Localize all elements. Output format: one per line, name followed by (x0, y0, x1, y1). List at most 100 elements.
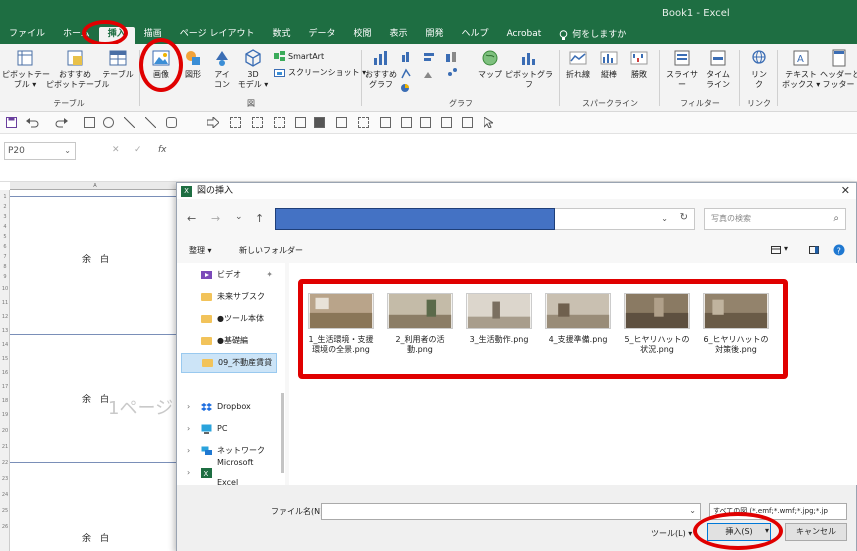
select-pointer-icon[interactable] (484, 117, 493, 128)
chevron-down-icon[interactable]: ⌄ (661, 214, 668, 223)
chart-type-grid-icon[interactable] (400, 50, 470, 92)
sparkline-winloss-button[interactable]: 勝敗 (624, 48, 654, 80)
margin-cell-text[interactable]: 余 白 (82, 531, 109, 544)
shape-tool-icon[interactable] (274, 117, 285, 128)
recommended-pivot-button[interactable]: おすすめ ピボットテーブル (46, 48, 110, 90)
view-mode-icon[interactable] (771, 246, 781, 254)
table-button[interactable]: テーブル (102, 48, 134, 80)
slicer-button[interactable]: スライサー (664, 48, 700, 90)
nav-item-label: ●基礎編 (217, 336, 248, 345)
name-box[interactable]: P20 ⌄ (4, 142, 76, 160)
header-footer-button[interactable]: ヘッダーと フッター (820, 48, 857, 90)
cancel-button[interactable]: キャンセル (785, 523, 847, 541)
redo-icon[interactable] (54, 117, 68, 128)
rounded-rect-icon[interactable] (166, 117, 177, 128)
tools-menu[interactable]: ツール(L) ▾ (651, 528, 692, 539)
nav-item-excel[interactable]: › X Microsoft Excel (181, 458, 277, 487)
tab-formulas[interactable]: 数式 (263, 27, 299, 44)
organize-button[interactable]: 整理 ▾ (189, 245, 212, 256)
forward-arrow-icon[interactable]: → (211, 212, 220, 225)
nav-item-folder[interactable]: 未来サブスク (181, 287, 277, 307)
tab-data[interactable]: データ (299, 27, 344, 44)
nav-item-folder[interactable]: ●基礎編 (181, 331, 277, 351)
shape-tool-icon[interactable] (441, 117, 452, 128)
close-icon[interactable]: ✕ (841, 183, 850, 199)
pivot-table-button[interactable]: ピボットテー ブル ▾ (2, 48, 50, 90)
save-icon[interactable] (6, 117, 17, 128)
sparkline-line-button[interactable]: 折れ線 (562, 48, 594, 80)
nav-scrollbar[interactable] (281, 393, 284, 473)
chevron-down-icon[interactable]: ▾ (784, 244, 788, 253)
map-button[interactable]: マップ (476, 48, 504, 80)
drawing-toolbar (0, 112, 857, 134)
chevron-right-icon[interactable]: › (187, 463, 190, 483)
new-folder-button[interactable]: 新しいフォルダー (239, 245, 303, 256)
shape-tool-icon[interactable] (380, 117, 391, 128)
smartart-button[interactable]: SmartArt (274, 51, 324, 61)
shape-tool-icon[interactable] (295, 117, 306, 128)
camera-icon[interactable] (314, 117, 325, 128)
chevron-right-icon[interactable]: › (187, 419, 190, 439)
nav-item-pc[interactable]: › PC (181, 419, 277, 439)
screenshot-button[interactable]: スクリーンショット ▾ (274, 67, 366, 78)
nav-item-folder-selected[interactable]: 09_不動産賃貸 (181, 353, 277, 373)
rectangle-shape-icon[interactable] (84, 117, 95, 128)
table-icon (109, 50, 127, 66)
line-shape-icon[interactable] (124, 117, 135, 128)
icons-button[interactable]: アイ コン (208, 48, 236, 90)
tab-help[interactable]: ヘルプ (453, 27, 498, 44)
sparkline-column-button[interactable]: 縦棒 (594, 48, 624, 80)
back-arrow-icon[interactable]: ← (187, 212, 196, 225)
refresh-icon[interactable]: ↻ (680, 212, 688, 223)
link-button[interactable]: リン ク (744, 48, 774, 90)
pivot-chart-button[interactable]: ピボットグラフ (504, 48, 554, 90)
arrow-line-icon[interactable] (145, 117, 156, 128)
preview-pane-icon[interactable] (809, 246, 819, 254)
nav-item-dropbox[interactable]: › Dropbox (181, 397, 277, 417)
address-bar[interactable]: ⌄ ↻ (555, 208, 695, 230)
tab-review[interactable]: 校閲 (345, 27, 381, 44)
shape-tool-icon[interactable] (401, 117, 412, 128)
chevron-right-icon[interactable]: › (187, 441, 190, 461)
oval-shape-icon[interactable] (103, 117, 114, 128)
filename-input[interactable]: ⌄ (321, 503, 701, 520)
search-input[interactable]: 写真の検索 ⌕ (704, 208, 846, 230)
shape-tool-icon[interactable] (462, 117, 473, 128)
group-separator (739, 50, 740, 106)
chevron-right-icon[interactable]: › (187, 397, 190, 417)
chevron-down-icon: ⌄ (64, 146, 71, 155)
recent-chevron-icon[interactable]: ⌄ (235, 212, 243, 222)
address-bar-path[interactable] (275, 208, 555, 230)
pivot-chart-icon (522, 53, 535, 65)
right-arrow-shape-icon[interactable] (207, 117, 219, 128)
recommended-chart-button[interactable]: おすすめ グラフ (364, 48, 398, 90)
nav-item-folder[interactable]: ●ツール本体 (181, 309, 277, 329)
undo-icon[interactable] (26, 117, 40, 128)
margin-cell-text[interactable]: 余 白 (82, 252, 109, 265)
tab-view[interactable]: 表示 (381, 27, 417, 44)
enter-icon[interactable]: ✓ (134, 145, 142, 155)
shape-tool-icon[interactable] (230, 117, 241, 128)
tab-file[interactable]: ファイル (0, 27, 54, 44)
shape-tool-icon[interactable] (358, 117, 369, 128)
cancel-icon[interactable]: ✕ (112, 145, 120, 155)
fx-icon[interactable]: fx (158, 145, 167, 155)
margin-cell-text[interactable]: 余 白 (82, 392, 109, 405)
sparkline-column-label: 縦棒 (601, 70, 617, 79)
3d-models-button[interactable]: 3D モデル ▾ (236, 48, 270, 90)
chevron-down-icon[interactable]: ⌄ (689, 506, 696, 515)
up-arrow-icon[interactable]: ↑ (255, 212, 264, 225)
shape-tool-icon[interactable] (336, 117, 347, 128)
group-table-label: テーブル (53, 99, 85, 108)
textbox-button[interactable]: A テキスト ボックス ▾ (782, 48, 820, 90)
tab-page-layout[interactable]: ページ レイアウト (171, 27, 264, 44)
tab-acrobat[interactable]: Acrobat (498, 27, 551, 44)
column-header-a[interactable]: A (10, 182, 180, 190)
tab-developer[interactable]: 開発 (417, 27, 453, 44)
help-icon[interactable]: ? (833, 244, 845, 256)
shape-tool-icon[interactable] (252, 117, 263, 128)
tell-me-search[interactable]: 何をしますか (550, 27, 635, 44)
nav-item-videos[interactable]: ビデオ ✦ (181, 265, 277, 285)
timeline-button[interactable]: タイム ライン (702, 48, 734, 90)
shape-tool-icon[interactable] (420, 117, 431, 128)
